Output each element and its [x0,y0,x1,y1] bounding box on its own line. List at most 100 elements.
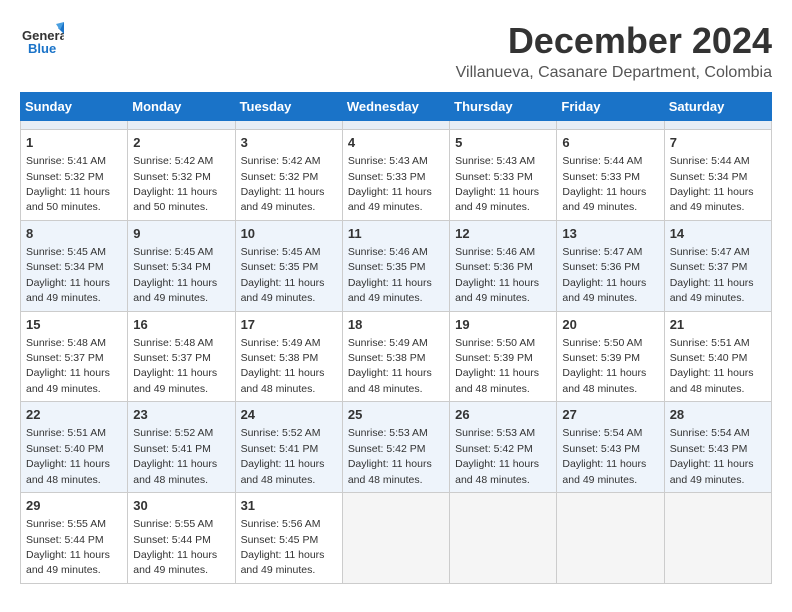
day-number: 23 [133,406,229,424]
day-info: Sunrise: 5:55 AMSunset: 5:44 PMDaylight:… [26,518,110,576]
day-info: Sunrise: 5:46 AMSunset: 5:36 PMDaylight:… [455,246,539,304]
table-row: 15 Sunrise: 5:48 AMSunset: 5:37 PMDaylig… [21,311,128,402]
day-number: 15 [26,316,122,334]
day-info: Sunrise: 5:42 AMSunset: 5:32 PMDaylight:… [133,155,217,213]
day-info: Sunrise: 5:47 AMSunset: 5:37 PMDaylight:… [670,246,754,304]
day-number: 10 [241,225,337,243]
calendar-table: Sunday Monday Tuesday Wednesday Thursday… [20,92,772,584]
day-info: Sunrise: 5:51 AMSunset: 5:40 PMDaylight:… [26,427,110,485]
calendar-week-row: 1 Sunrise: 5:41 AMSunset: 5:32 PMDayligh… [21,130,772,221]
day-info: Sunrise: 5:46 AMSunset: 5:35 PMDaylight:… [348,246,432,304]
table-row: 11 Sunrise: 5:46 AMSunset: 5:35 PMDaylig… [342,220,449,311]
day-info: Sunrise: 5:43 AMSunset: 5:33 PMDaylight:… [455,155,539,213]
table-row: 16 Sunrise: 5:48 AMSunset: 5:37 PMDaylig… [128,311,235,402]
day-info: Sunrise: 5:45 AMSunset: 5:35 PMDaylight:… [241,246,325,304]
day-number: 7 [670,134,766,152]
table-row: 7 Sunrise: 5:44 AMSunset: 5:34 PMDayligh… [664,130,771,221]
table-row: 20 Sunrise: 5:50 AMSunset: 5:39 PMDaylig… [557,311,664,402]
day-number: 17 [241,316,337,334]
day-number: 30 [133,497,229,515]
day-number: 9 [133,225,229,243]
day-info: Sunrise: 5:56 AMSunset: 5:45 PMDaylight:… [241,518,325,576]
day-number: 26 [455,406,551,424]
day-number: 31 [241,497,337,515]
day-info: Sunrise: 5:44 AMSunset: 5:34 PMDaylight:… [670,155,754,213]
table-row [664,493,771,584]
table-row: 26 Sunrise: 5:53 AMSunset: 5:42 PMDaylig… [450,402,557,493]
day-info: Sunrise: 5:52 AMSunset: 5:41 PMDaylight:… [241,427,325,485]
day-info: Sunrise: 5:53 AMSunset: 5:42 PMDaylight:… [455,427,539,485]
day-info: Sunrise: 5:44 AMSunset: 5:33 PMDaylight:… [562,155,646,213]
table-row: 22 Sunrise: 5:51 AMSunset: 5:40 PMDaylig… [21,402,128,493]
table-row: 5 Sunrise: 5:43 AMSunset: 5:33 PMDayligh… [450,130,557,221]
table-row: 8 Sunrise: 5:45 AMSunset: 5:34 PMDayligh… [21,220,128,311]
table-row [450,121,557,130]
table-row: 13 Sunrise: 5:47 AMSunset: 5:36 PMDaylig… [557,220,664,311]
calendar-week-row: 22 Sunrise: 5:51 AMSunset: 5:40 PMDaylig… [21,402,772,493]
day-info: Sunrise: 5:43 AMSunset: 5:33 PMDaylight:… [348,155,432,213]
day-info: Sunrise: 5:48 AMSunset: 5:37 PMDaylight:… [26,337,110,395]
table-row: 30 Sunrise: 5:55 AMSunset: 5:44 PMDaylig… [128,493,235,584]
title-section: December 2024 Villanueva, Casanare Depar… [456,20,772,82]
day-info: Sunrise: 5:42 AMSunset: 5:32 PMDaylight:… [241,155,325,213]
day-info: Sunrise: 5:50 AMSunset: 5:39 PMDaylight:… [455,337,539,395]
day-number: 20 [562,316,658,334]
col-monday: Monday [128,93,235,121]
day-number: 2 [133,134,229,152]
table-row: 21 Sunrise: 5:51 AMSunset: 5:40 PMDaylig… [664,311,771,402]
day-number: 5 [455,134,551,152]
table-row: 31 Sunrise: 5:56 AMSunset: 5:45 PMDaylig… [235,493,342,584]
day-info: Sunrise: 5:49 AMSunset: 5:38 PMDaylight:… [348,337,432,395]
table-row [235,121,342,130]
table-row: 25 Sunrise: 5:53 AMSunset: 5:42 PMDaylig… [342,402,449,493]
table-row [664,121,771,130]
day-info: Sunrise: 5:50 AMSunset: 5:39 PMDaylight:… [562,337,646,395]
table-row: 28 Sunrise: 5:54 AMSunset: 5:43 PMDaylig… [664,402,771,493]
col-friday: Friday [557,93,664,121]
day-number: 18 [348,316,444,334]
svg-text:Blue: Blue [28,41,56,56]
col-sunday: Sunday [21,93,128,121]
table-row [342,121,449,130]
logo-icon: General Blue [20,20,64,64]
month-title: December 2024 [456,20,772,62]
table-row: 10 Sunrise: 5:45 AMSunset: 5:35 PMDaylig… [235,220,342,311]
table-row [21,121,128,130]
day-number: 21 [670,316,766,334]
day-info: Sunrise: 5:45 AMSunset: 5:34 PMDaylight:… [133,246,217,304]
logo: General Blue [20,20,64,64]
day-info: Sunrise: 5:48 AMSunset: 5:37 PMDaylight:… [133,337,217,395]
table-row: 9 Sunrise: 5:45 AMSunset: 5:34 PMDayligh… [128,220,235,311]
table-row [128,121,235,130]
table-row: 24 Sunrise: 5:52 AMSunset: 5:41 PMDaylig… [235,402,342,493]
table-row [342,493,449,584]
day-number: 22 [26,406,122,424]
calendar-week-row: 8 Sunrise: 5:45 AMSunset: 5:34 PMDayligh… [21,220,772,311]
day-info: Sunrise: 5:54 AMSunset: 5:43 PMDaylight:… [670,427,754,485]
table-row: 14 Sunrise: 5:47 AMSunset: 5:37 PMDaylig… [664,220,771,311]
calendar-week-row [21,121,772,130]
table-row: 12 Sunrise: 5:46 AMSunset: 5:36 PMDaylig… [450,220,557,311]
table-row: 3 Sunrise: 5:42 AMSunset: 5:32 PMDayligh… [235,130,342,221]
table-row: 23 Sunrise: 5:52 AMSunset: 5:41 PMDaylig… [128,402,235,493]
table-row: 17 Sunrise: 5:49 AMSunset: 5:38 PMDaylig… [235,311,342,402]
day-info: Sunrise: 5:51 AMSunset: 5:40 PMDaylight:… [670,337,754,395]
table-row: 2 Sunrise: 5:42 AMSunset: 5:32 PMDayligh… [128,130,235,221]
day-number: 29 [26,497,122,515]
table-row [557,121,664,130]
table-row: 29 Sunrise: 5:55 AMSunset: 5:44 PMDaylig… [21,493,128,584]
day-number: 13 [562,225,658,243]
day-number: 19 [455,316,551,334]
location-title: Villanueva, Casanare Department, Colombi… [456,64,772,82]
table-row [450,493,557,584]
day-info: Sunrise: 5:53 AMSunset: 5:42 PMDaylight:… [348,427,432,485]
header: General Blue December 2024 Villanueva, C… [20,20,772,82]
day-number: 28 [670,406,766,424]
day-info: Sunrise: 5:52 AMSunset: 5:41 PMDaylight:… [133,427,217,485]
day-number: 1 [26,134,122,152]
day-number: 12 [455,225,551,243]
table-row: 4 Sunrise: 5:43 AMSunset: 5:33 PMDayligh… [342,130,449,221]
day-info: Sunrise: 5:49 AMSunset: 5:38 PMDaylight:… [241,337,325,395]
calendar-header-row: Sunday Monday Tuesday Wednesday Thursday… [21,93,772,121]
table-row: 18 Sunrise: 5:49 AMSunset: 5:38 PMDaylig… [342,311,449,402]
